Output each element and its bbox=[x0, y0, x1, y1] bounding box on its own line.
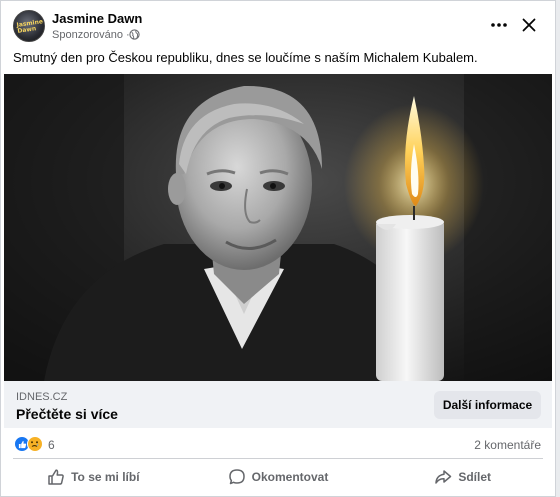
memorial-photo bbox=[4, 74, 552, 381]
link-domain: IDNES.CZ bbox=[16, 391, 68, 403]
close-post-button[interactable] bbox=[515, 11, 543, 39]
avatar-logo-text: Jasmine Dawn bbox=[16, 18, 44, 35]
actions-divider bbox=[13, 458, 543, 459]
more-options-button[interactable] bbox=[485, 11, 513, 39]
globe-icon bbox=[129, 29, 140, 40]
sponsored-label[interactable]: Sponzorováno · bbox=[52, 29, 130, 41]
post-stats: 6 2 komentáře bbox=[1, 432, 555, 458]
sad-reaction-icon[interactable] bbox=[27, 436, 43, 452]
share-button[interactable]: Sdílet bbox=[370, 460, 555, 494]
reaction-count[interactable]: 6 bbox=[48, 438, 55, 452]
share-arrow-icon bbox=[435, 470, 452, 484]
thumbs-up-glyph-icon bbox=[18, 440, 26, 448]
post-caption: Smutný den pro Českou republiku, dnes se… bbox=[13, 50, 478, 65]
post-image[interactable] bbox=[4, 74, 552, 381]
link-preview[interactable]: IDNES.CZ Přečtěte si více Další informac… bbox=[4, 381, 552, 428]
more-info-button[interactable]: Další informace bbox=[434, 391, 541, 419]
sad-face-glyph-icon bbox=[31, 441, 39, 447]
author-name[interactable]: Jasmine Dawn bbox=[52, 11, 142, 26]
comment-label: Okomentovat bbox=[251, 470, 329, 484]
author-avatar[interactable]: Jasmine Dawn bbox=[13, 10, 45, 42]
like-label: To se mi líbí bbox=[71, 470, 140, 484]
comment-bubble-icon bbox=[228, 469, 245, 485]
comment-count[interactable]: 2 komentáře bbox=[474, 438, 541, 452]
link-title[interactable]: Přečtěte si více bbox=[16, 406, 118, 422]
post-actions: To se mi líbí Okomentovat Sdílet bbox=[1, 460, 555, 494]
sponsored-post-card: Jasmine Dawn Jasmine Dawn Sponzorováno ·… bbox=[0, 0, 556, 497]
post-header: Jasmine Dawn Jasmine Dawn Sponzorováno · bbox=[1, 1, 555, 45]
close-icon bbox=[522, 18, 536, 32]
like-button[interactable]: To se mi líbí bbox=[1, 460, 186, 494]
more-horizontal-icon bbox=[491, 23, 507, 27]
share-label: Sdílet bbox=[458, 470, 492, 484]
comment-button[interactable]: Okomentovat bbox=[186, 460, 371, 494]
thumbs-up-icon bbox=[48, 469, 64, 485]
